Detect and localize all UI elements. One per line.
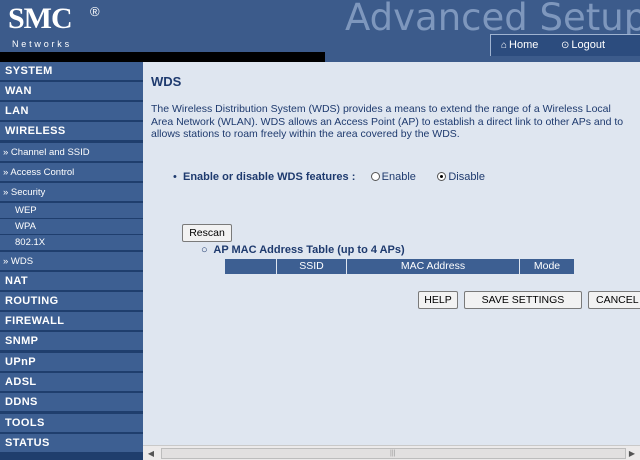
sidebar-menu: SYSTEM WAN LAN WIRELESS » Channel and SS…: [0, 62, 143, 460]
logo-brand: SMC: [8, 2, 73, 35]
sidebar-item-wireless[interactable]: WIRELESS: [0, 122, 143, 141]
main-content: WDS The Wireless Distribution System (WD…: [143, 62, 640, 445]
table-header-mac: MAC Address: [347, 259, 520, 274]
scroll-right-arrow-icon[interactable]: ▶: [625, 447, 639, 460]
sidebar-item-routing[interactable]: ROUTING: [0, 292, 143, 311]
sidebar-item-system[interactable]: SYSTEM: [0, 62, 143, 81]
header-banner: Advanced Setup SMC ® Networks ⌂ Home ⊙ Log…: [0, 0, 640, 62]
enable-radio-circle[interactable]: [370, 172, 380, 181]
logo-subtitle: Networks: [12, 39, 72, 49]
sidebar-item-upnp[interactable]: UPnP: [0, 353, 143, 372]
sidebar-item-8021x[interactable]: 802.1X: [0, 235, 143, 251]
help-button[interactable]: HELP: [418, 291, 458, 309]
table-header-ssid: SSID: [277, 259, 347, 274]
sidebar-item-wan[interactable]: WAN: [0, 82, 143, 101]
enable-radio-label: Enable: [381, 171, 416, 183]
ap-mac-table: SSID MAC Address Mode: [225, 259, 574, 274]
power-icon: ⊙: [561, 40, 570, 51]
sidebar-item-nat[interactable]: NAT: [0, 272, 143, 291]
disable-radio-label: Disable: [448, 171, 485, 183]
bullet: •: [173, 171, 177, 183]
logout-label: Logout: [571, 39, 606, 51]
sidebar-item-tools[interactable]: TOOLS: [0, 414, 143, 433]
sidebar-item-adsl[interactable]: ADSL: [0, 373, 143, 392]
sidebar-item-snmp[interactable]: SNMP: [0, 332, 143, 351]
enable-radio[interactable]: Enable: [370, 171, 416, 183]
wds-toggle-row: • Enable or disable WDS features : Enabl…: [173, 171, 485, 183]
sidebar-item-ddns[interactable]: DDNS: [0, 393, 143, 412]
sidebar-item-access-control[interactable]: » Access Control: [0, 163, 143, 182]
scroll-left-arrow-icon[interactable]: ◀: [144, 447, 158, 460]
sidebar-item-wep[interactable]: WEP: [0, 203, 143, 219]
cancel-button[interactable]: CANCEL: [588, 291, 640, 309]
circle-bullet-icon: ○: [201, 244, 208, 256]
table-header-index: [225, 259, 277, 274]
wds-description: The Wireless Distribution System (WDS) p…: [151, 103, 624, 140]
logo-registered-mark: ®: [90, 4, 100, 19]
disable-radio[interactable]: Disable: [437, 171, 485, 183]
table-header-mode: Mode: [520, 259, 574, 274]
scrollbar-grip-icon: |||: [390, 450, 396, 457]
smc-logo: SMC ® Networks: [8, 2, 100, 50]
header-divider-bar: [0, 52, 325, 62]
home-link[interactable]: ⌂ Home: [501, 39, 538, 51]
wds-toggle-label: Enable or disable WDS features :: [182, 171, 356, 183]
logout-link[interactable]: ⊙ Logout: [561, 39, 605, 51]
sidebar-item-wpa[interactable]: WPA: [0, 219, 143, 235]
ap-table-title: ○ AP MAC Address Table (up to 4 APs): [201, 244, 405, 256]
horizontal-scrollbar[interactable]: ◀ ||| ▶: [143, 445, 640, 460]
disable-radio-circle[interactable]: [437, 172, 447, 181]
sidebar-item-firewall[interactable]: FIREWALL: [0, 312, 143, 331]
top-navigation: ⌂ Home ⊙ Logout: [490, 34, 640, 56]
sidebar-item-wds[interactable]: » WDS: [0, 252, 143, 271]
ap-table-title-text: AP MAC Address Table (up to 4 APs): [213, 244, 405, 256]
sidebar-item-security[interactable]: » Security: [0, 183, 143, 202]
home-label: Home: [509, 39, 539, 51]
page-title: WDS: [151, 74, 182, 89]
scrollbar-thumb[interactable]: |||: [161, 448, 626, 459]
save-settings-button[interactable]: SAVE SETTINGS: [464, 291, 582, 309]
sidebar-item-status[interactable]: STATUS: [0, 434, 143, 453]
home-icon: ⌂: [501, 40, 508, 51]
rescan-button[interactable]: Rescan: [182, 224, 232, 242]
sidebar-item-lan[interactable]: LAN: [0, 102, 143, 121]
sidebar-item-channel-ssid[interactable]: » Channel and SSID: [0, 143, 143, 162]
